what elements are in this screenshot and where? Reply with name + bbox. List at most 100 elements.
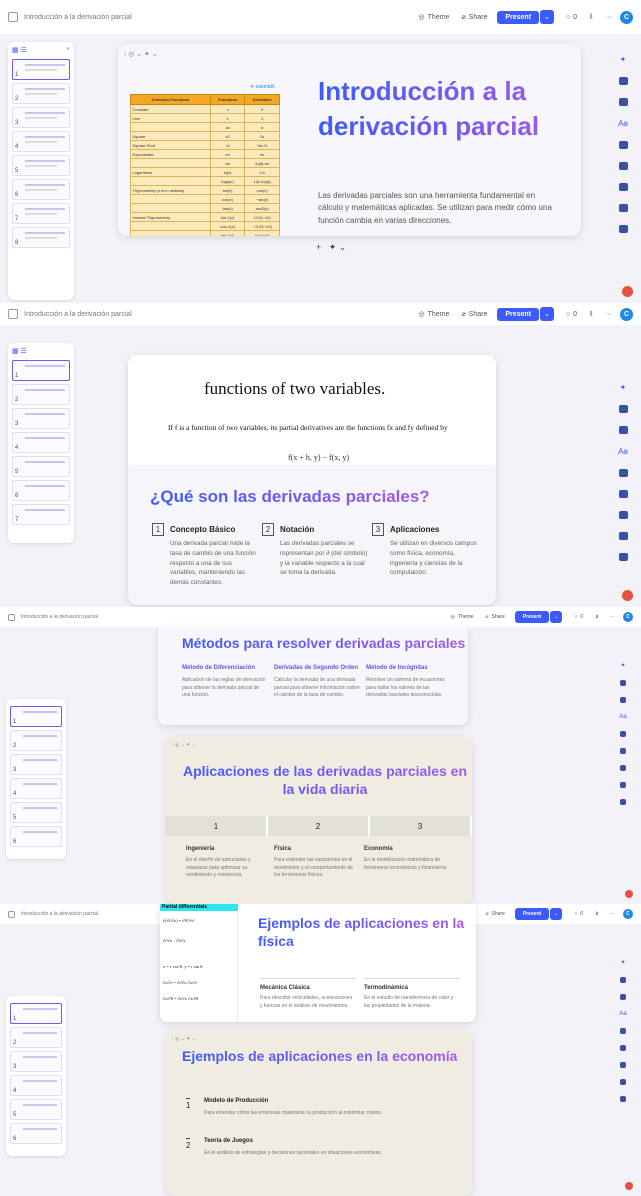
text-icon[interactable]: Aa	[619, 714, 626, 720]
thumbnail-slide[interactable]: 4	[10, 1075, 62, 1096]
thumbnail-slide[interactable]: 5	[12, 155, 70, 176]
embed-icon[interactable]	[618, 183, 628, 191]
comments-button[interactable]: ○ 0	[574, 614, 583, 620]
thumbnail-slide[interactable]: 2	[12, 384, 70, 405]
analytics-icon[interactable]: ⫫	[595, 911, 598, 917]
breadcrumb[interactable]: Introducción a la derivación parcial	[21, 614, 98, 620]
thumbnail-slide[interactable]: 2	[10, 1027, 62, 1048]
card-icon[interactable]	[618, 98, 628, 106]
text-icon[interactable]: Aa	[618, 119, 628, 128]
embed-icon[interactable]	[620, 765, 626, 771]
image-icon[interactable]	[618, 469, 628, 477]
thumbnail-slide[interactable]: 4	[12, 432, 70, 453]
thumbnail-slide[interactable]: 6	[12, 179, 70, 200]
thumbnail-view-toggle[interactable]: ▦ ☰	[12, 347, 70, 357]
present-button[interactable]: Present	[514, 611, 550, 623]
text-icon[interactable]: Aa	[618, 447, 628, 456]
ai-sparkle-icon[interactable]: ✦	[620, 959, 625, 966]
present-button[interactable]: Present	[514, 908, 550, 920]
thumbnail-slide[interactable]: 3	[10, 1051, 62, 1072]
add-card-button[interactable]: +	[316, 242, 321, 252]
avatar[interactable]: C	[623, 909, 633, 919]
thumbnail-slide[interactable]: 6	[10, 826, 62, 847]
thumbnail-slide[interactable]: 6	[12, 480, 70, 501]
present-dropdown-icon[interactable]: ⌄	[540, 307, 554, 321]
thumbnail-slide[interactable]: 3	[10, 754, 62, 775]
image-icon[interactable]	[618, 141, 628, 149]
analytics-icon[interactable]: ⫫	[595, 614, 598, 620]
home-icon[interactable]	[8, 12, 18, 22]
present-dropdown-icon[interactable]: ⌄	[550, 908, 563, 920]
card-toolbar[interactable]: ⁝ ◎ ⌄ ✦ ⌄	[172, 742, 196, 748]
text-icon[interactable]: Aa	[619, 1011, 626, 1017]
card-toolbar[interactable]: ⁝ ◎ ⌄ ✦ ⌄	[172, 1036, 196, 1042]
present-button[interactable]: Present	[497, 307, 540, 321]
chart-icon[interactable]	[620, 1079, 626, 1085]
edit-icon[interactable]	[618, 225, 628, 233]
avatar[interactable]: C	[623, 612, 633, 622]
chart-icon[interactable]	[620, 782, 626, 788]
home-icon[interactable]	[8, 910, 15, 918]
thumbnail-slide[interactable]: 1	[10, 706, 62, 727]
image-icon[interactable]	[620, 731, 626, 737]
image-icon[interactable]	[620, 1028, 626, 1034]
thumbnail-view-toggle[interactable]: ▦ ☰ ×	[12, 46, 70, 56]
edit-icon[interactable]	[620, 1096, 626, 1102]
thumbnail-slide[interactable]: 5	[12, 456, 70, 477]
ai-sparkle-icon[interactable]: ✦	[620, 662, 625, 669]
close-panel-icon[interactable]: ×	[66, 46, 70, 53]
present-dropdown-icon[interactable]: ⌄	[550, 611, 563, 623]
thumbnail-slide[interactable]: 3	[12, 408, 70, 429]
table-icon[interactable]	[618, 490, 628, 498]
embed-icon[interactable]	[620, 1062, 626, 1068]
share-button[interactable]: ⌀ Share	[461, 310, 487, 319]
thumbnail-slide[interactable]: 4	[10, 778, 62, 799]
thumbnail-slide[interactable]: 1	[10, 1003, 62, 1024]
thumbnail-slide[interactable]: 4	[12, 131, 70, 152]
thumbnail-slide[interactable]: 2	[10, 730, 62, 751]
more-icon[interactable]: ···	[610, 614, 615, 620]
slide-title[interactable]: ⁝ ◎ ⌄ ✦ ⌄ ✈ cuemath Common Functions Fun…	[118, 44, 581, 236]
more-icon[interactable]: ···	[610, 911, 615, 917]
share-button[interactable]: ⌀ Share	[485, 911, 504, 917]
thumbnail-slide[interactable]: 2	[12, 83, 70, 104]
analytics-icon[interactable]: ⫫	[589, 310, 593, 318]
theme-button[interactable]: ◎ Theme	[451, 614, 474, 620]
layout-icon[interactable]	[620, 680, 626, 686]
home-icon[interactable]	[8, 309, 18, 319]
breadcrumb[interactable]: Introducción a la derivación parcial	[21, 911, 98, 917]
table-icon[interactable]	[618, 162, 628, 170]
thumbnail-slide[interactable]: 5	[10, 802, 62, 823]
comments-button[interactable]: ○ 0	[566, 14, 577, 21]
breadcrumb[interactable]: Introducción a la derivación parcial	[24, 14, 132, 21]
card-icon[interactable]	[620, 697, 626, 703]
more-icon[interactable]: ···	[605, 311, 612, 318]
help-badge-icon[interactable]	[622, 286, 633, 297]
breadcrumb[interactable]: Introducción a la derivación parcial	[24, 311, 132, 318]
theme-button[interactable]: ◎ Theme	[419, 310, 450, 319]
thumbnail-slide[interactable]: 1	[12, 59, 70, 80]
ai-sparkle-icon[interactable]: ✦	[620, 383, 627, 392]
present-button[interactable]: Present	[497, 10, 540, 24]
help-badge-icon[interactable]	[625, 1182, 633, 1190]
help-badge-icon[interactable]	[625, 890, 633, 898]
edit-icon[interactable]	[620, 799, 626, 805]
share-button[interactable]: ⌀ Share	[485, 614, 504, 620]
theme-button[interactable]: ◎ Theme	[419, 13, 450, 22]
layout-icon[interactable]	[620, 977, 626, 983]
table-icon[interactable]	[620, 1045, 626, 1051]
chart-icon[interactable]	[618, 532, 628, 540]
table-icon[interactable]	[620, 748, 626, 754]
ai-sparkle-icon[interactable]: ✦	[620, 55, 627, 64]
thumbnail-slide[interactable]: 3	[12, 107, 70, 128]
slide-daily-applications[interactable]: ⁝ ◎ ⌄ ✦ ⌄ Aplicaciones de las derivadas …	[166, 736, 472, 904]
share-button[interactable]: ⌀ Share	[461, 13, 487, 22]
thumbnail-slide[interactable]: 5	[10, 1099, 62, 1120]
thumbnail-slide[interactable]: 7	[12, 504, 70, 525]
more-icon[interactable]: ···	[605, 14, 612, 21]
present-dropdown-icon[interactable]: ⌄	[540, 10, 554, 24]
thumbnail-slide[interactable]: 1	[12, 360, 70, 381]
help-badge-icon[interactable]	[622, 590, 633, 601]
add-card-bar[interactable]: + ✦ ⌄	[316, 242, 346, 253]
layout-icon[interactable]	[618, 77, 628, 85]
